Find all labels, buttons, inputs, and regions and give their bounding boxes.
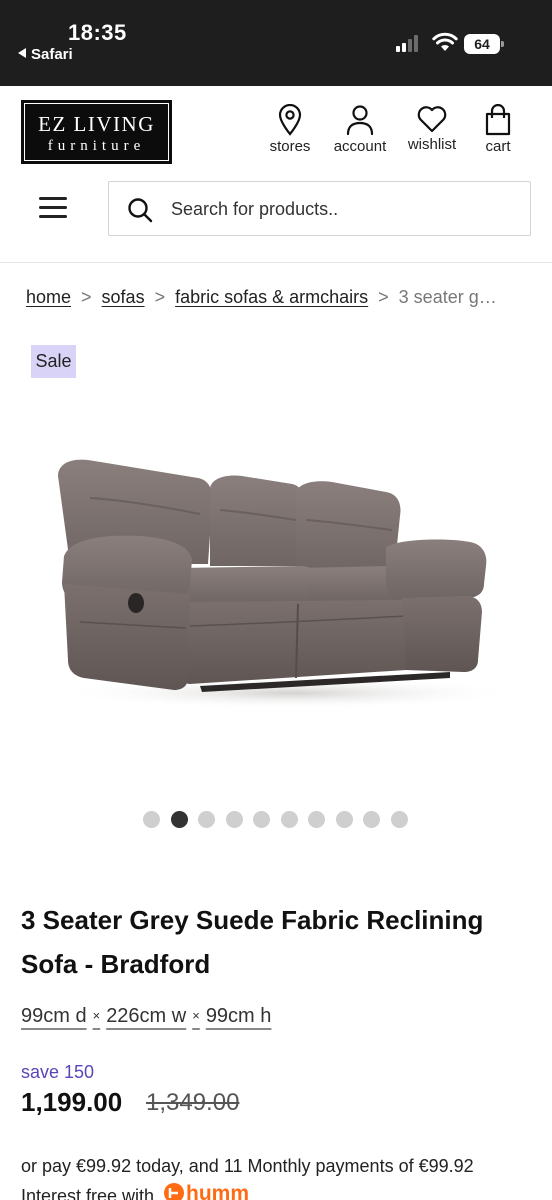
breadcrumb-sofas[interactable]: sofas (102, 287, 145, 307)
back-arrow-icon (18, 48, 26, 58)
carousel-dot[interactable] (280, 811, 298, 828)
nav-wishlist[interactable]: wishlist (402, 104, 462, 153)
carousel-dot[interactable] (143, 811, 160, 828)
status-time: 18:35 (68, 20, 127, 45)
carousel-dot-active[interactable] (170, 811, 188, 828)
header-divider (0, 262, 552, 263)
user-icon (346, 105, 374, 136)
dimension-separator: × (92, 1008, 101, 1023)
ios-status-bar: 18:35 Safari 64 (0, 0, 552, 86)
product-title: 3 Seater Grey Suede Fabric Reclining Sof… (21, 905, 484, 979)
dimension-width: 226cm w (106, 1005, 187, 1027)
nav-stores[interactable]: stores (262, 104, 318, 155)
carousel-dot[interactable] (335, 811, 353, 828)
map-pin-icon (278, 104, 302, 136)
carousel-dot[interactable] (308, 811, 325, 828)
humm-wordmark: humm (186, 1182, 249, 1200)
current-price: 1,199.00 (21, 1087, 123, 1117)
carousel-dot[interactable] (198, 811, 215, 828)
sale-badge: Sale (31, 345, 76, 378)
search-box[interactable] (108, 181, 531, 236)
breadcrumb-home[interactable]: home (26, 287, 71, 307)
carousel-dot[interactable] (253, 811, 270, 828)
carousel-dot[interactable] (390, 811, 408, 828)
breadcrumb-separator: > (154, 287, 166, 307)
breadcrumb-fabric-sofas[interactable]: fabric sofas & armchairs (175, 287, 368, 307)
nav-wishlist-label: wishlist (407, 136, 457, 153)
battery-icon: 64 (464, 34, 504, 54)
breadcrumb: home > sofas > fabric sofas & armchairs >3 se… (26, 287, 536, 308)
shopping-bag-icon (485, 104, 511, 136)
heart-icon (417, 106, 447, 133)
carousel-dot[interactable] (225, 811, 243, 828)
nav-stores-label: stores (269, 138, 311, 155)
breadcrumb-separator: > (81, 287, 92, 307)
search-icon (128, 198, 153, 223)
nav-cart[interactable]: cart (476, 104, 520, 155)
finance-interest-free: Interest free with (21, 1186, 155, 1200)
breadcrumb-separator: > (378, 287, 389, 307)
humm-logo[interactable]: humm (162, 1181, 274, 1200)
sofa-product-image[interactable] (30, 388, 522, 753)
nav-cart-label: cart (485, 138, 511, 155)
dimension-depth: 99cm d (21, 1005, 87, 1027)
back-app-label: Safari (31, 46, 73, 63)
logo-subtitle: furniture (47, 138, 146, 154)
ez-living-logo[interactable]: EZ LIVING furniture (21, 100, 172, 164)
original-price: 1,349.00 (146, 1089, 240, 1116)
carousel-dot[interactable] (363, 811, 380, 828)
nav-account-label: account (333, 138, 387, 155)
wifi-icon (432, 32, 458, 51)
dimension-height: 99cm h (205, 1005, 272, 1027)
hamburger-menu-button[interactable] (36, 193, 70, 221)
finance-info: or pay €99.92 today, and 11 Monthly paym… (21, 1152, 541, 1200)
search-input[interactable] (171, 192, 511, 226)
menu-bar-icon (39, 215, 67, 218)
breadcrumb-current: 3 seater g… (398, 287, 497, 307)
logo-wordmark: EZ LIVING (38, 112, 155, 136)
battery-level: 64 (464, 34, 500, 54)
logo-border: EZ LIVING furniture (24, 103, 169, 161)
menu-bar-icon (39, 197, 67, 200)
cellular-signal-icon (396, 35, 418, 52)
battery-nub (501, 41, 504, 47)
save-amount: save 150 (21, 1062, 95, 1082)
dimension-separator: × (192, 1008, 200, 1023)
nav-account[interactable]: account (328, 104, 392, 155)
back-to-safari[interactable]: Safari (18, 46, 73, 63)
menu-bar-icon (39, 206, 67, 209)
product-dimensions-link[interactable]: 99cm d × 226cm w × 99cm h (21, 1005, 271, 1028)
finance-line1: or pay €99.92 today, and 11 Monthly paym… (21, 1156, 474, 1176)
finance-line2: Interest free with humm (21, 1181, 541, 1200)
